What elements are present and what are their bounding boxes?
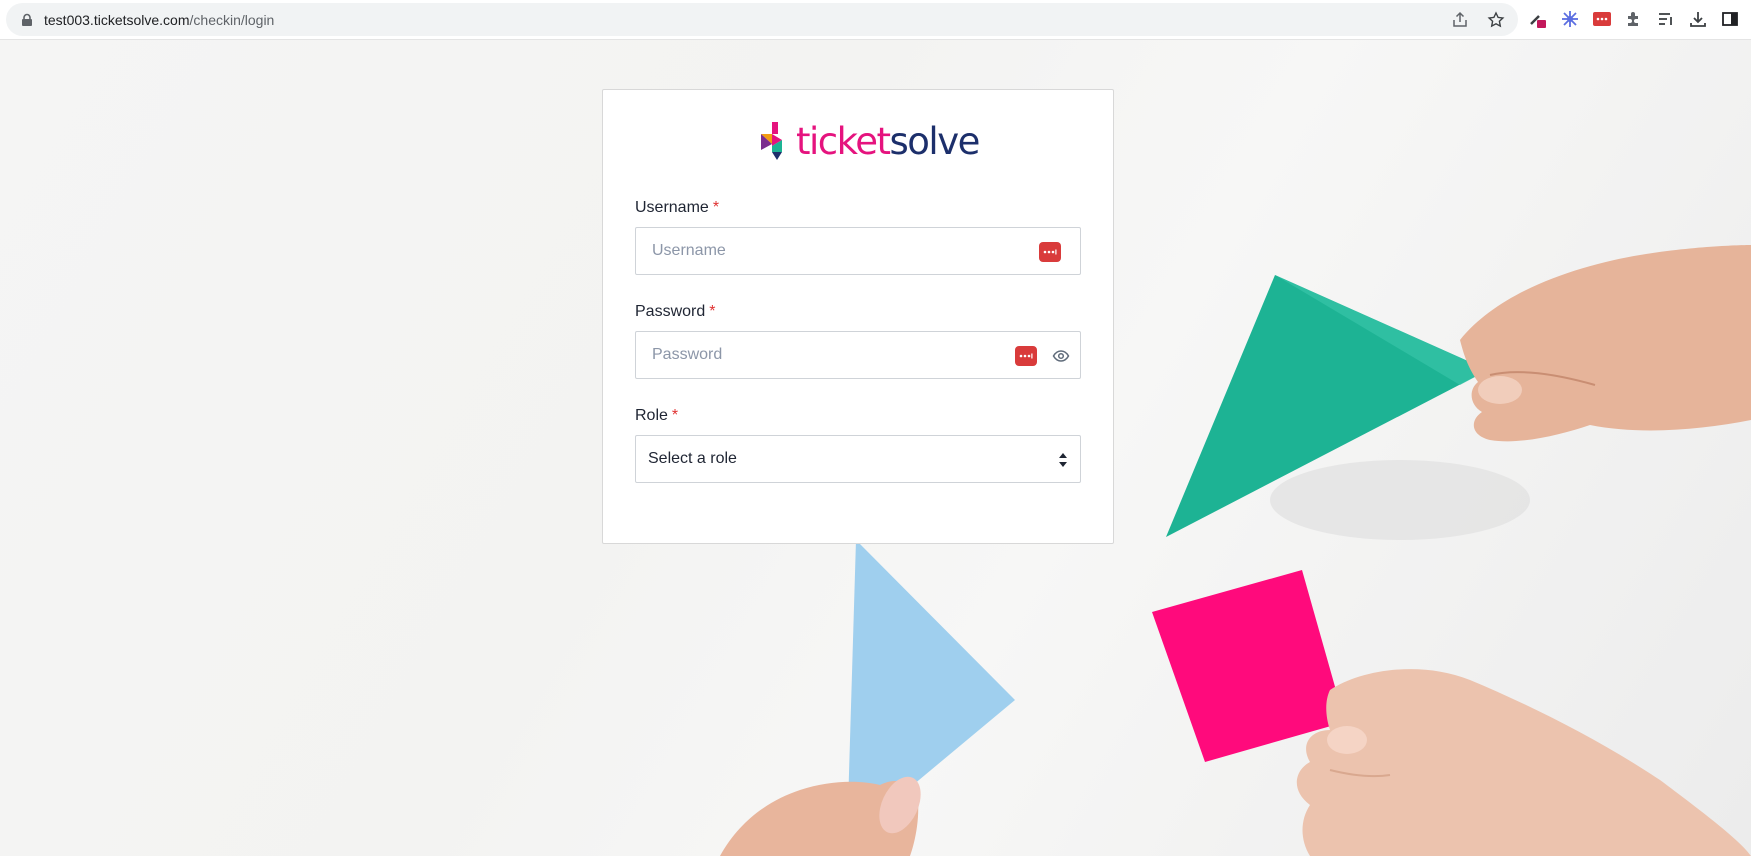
password-manager-extension-icon[interactable] — [1592, 9, 1612, 29]
logo-text-solve: solve — [889, 119, 981, 163]
show-password-eye-icon[interactable] — [1052, 347, 1070, 365]
password-field — [635, 331, 1081, 379]
ticketsolve-logo-mark-icon — [761, 122, 782, 160]
lock-icon[interactable] — [20, 13, 34, 27]
login-card: ticketsolve Username* Password* — [602, 89, 1114, 544]
username-label: Username * — [635, 199, 719, 217]
password-input[interactable] — [636, 332, 1016, 378]
role-required-mark: * — [671, 407, 679, 424]
role-label: Role * — [635, 407, 678, 425]
url-path: /checkin/login — [189, 11, 275, 28]
password-manager-autofill-icon[interactable] — [1039, 242, 1061, 262]
color-picker-extension-icon[interactable] — [1528, 9, 1548, 29]
logo-wordmark: ticketsolve — [796, 119, 981, 163]
username-input[interactable] — [636, 228, 1016, 274]
snowflake-extension-icon[interactable] — [1560, 9, 1580, 29]
role-select-value: Select a role — [648, 450, 737, 467]
logo-text-ticket: ticket — [796, 119, 891, 163]
reading-list-icon[interactable] — [1656, 9, 1676, 29]
browser-toolbar: test003.ticketsolve.com/checkin/login — [0, 0, 1751, 40]
username-required-mark: * — [712, 199, 720, 216]
role-label-text: Role — [635, 407, 668, 424]
login-page: ticketsolve Username* Password* — [0, 40, 1751, 856]
username-field — [635, 227, 1081, 275]
bookmark-star-icon[interactable] — [1486, 10, 1506, 30]
ticketsolve-logo: ticketsolve — [758, 119, 981, 163]
puzzle-extensions-icon[interactable] — [1624, 9, 1644, 29]
password-label-text: Password — [635, 303, 706, 320]
share-icon[interactable] — [1450, 10, 1470, 30]
select-updown-arrow-icon — [1058, 452, 1068, 468]
username-label-text: Username — [635, 199, 709, 216]
password-manager-autofill-icon[interactable] — [1015, 346, 1037, 366]
password-label: Password * — [635, 303, 715, 321]
side-panel-icon[interactable] — [1720, 9, 1740, 29]
role-select[interactable]: Select a role — [635, 435, 1081, 483]
download-icon[interactable] — [1688, 9, 1708, 29]
url-host: test003.ticketsolve.com — [44, 11, 190, 28]
address-bar[interactable]: test003.ticketsolve.com/checkin/login — [6, 3, 1518, 36]
password-required-mark: * — [709, 303, 716, 320]
